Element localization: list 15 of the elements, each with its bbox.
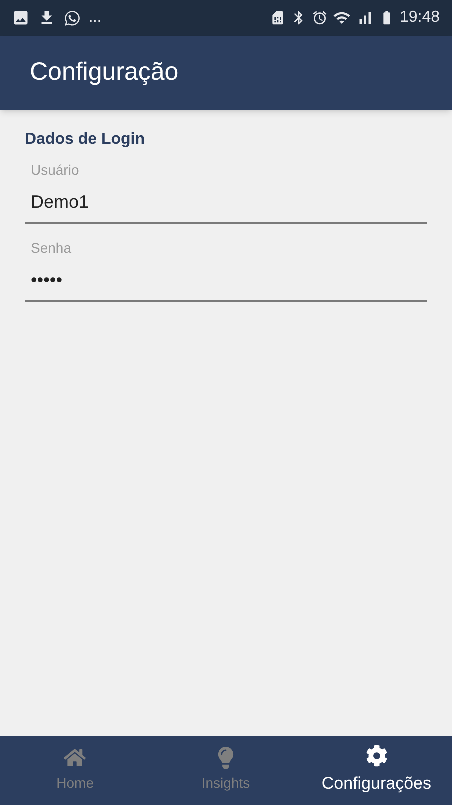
chat-icon <box>64 10 81 26</box>
gear-icon <box>366 744 388 767</box>
home-icon <box>64 747 86 769</box>
clock: 19:48 <box>400 8 440 28</box>
field-label: Usuário <box>30 161 80 180</box>
field-label: Senha <box>30 239 72 258</box>
nav-tab[interactable]: Configurações <box>301 736 452 805</box>
overflow-text: ... <box>89 8 102 28</box>
image-icon <box>12 9 30 27</box>
alarm-icon <box>312 10 328 26</box>
page-title: Configuração <box>30 57 179 88</box>
section-title: Dados de Login <box>25 130 146 150</box>
input-field[interactable]: ••••• <box>25 267 427 302</box>
sim-icon <box>270 10 286 26</box>
input-field[interactable]: Demo1 <box>25 189 427 224</box>
